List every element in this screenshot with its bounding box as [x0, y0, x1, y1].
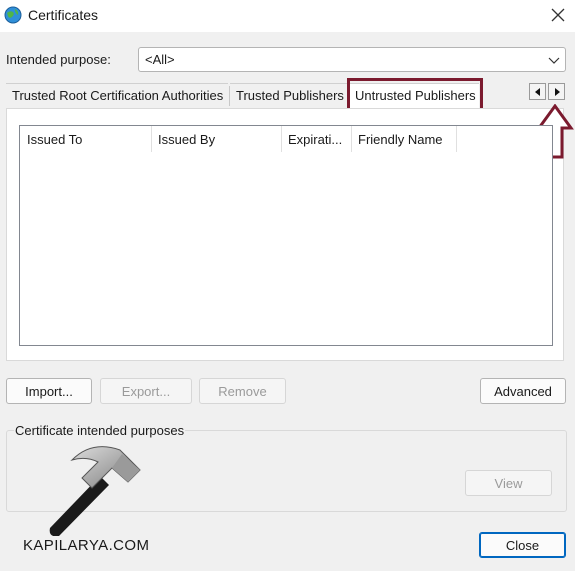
close-button[interactable]: Close — [479, 532, 566, 558]
intended-purpose-label: Intended purpose: — [6, 52, 111, 67]
close-icon — [551, 8, 565, 22]
export-button[interactable]: Export... — [100, 378, 192, 404]
column-header-expiration[interactable]: Expirati... — [281, 126, 351, 152]
certificate-globe-icon — [4, 6, 22, 24]
window-title: Certificates — [28, 7, 99, 23]
column-header-issued-by[interactable]: Issued By — [151, 126, 281, 152]
view-button-label: View — [494, 475, 523, 491]
title-bar: Certificates — [0, 0, 575, 32]
tab-label: Trusted Publishers — [236, 88, 344, 103]
advanced-button-label: Advanced — [494, 383, 552, 399]
import-button[interactable]: Import... — [6, 378, 92, 404]
import-button-label: Import... — [25, 383, 73, 399]
certificate-list[interactable]: Issued To Issued By Expirati... Friendly… — [19, 125, 553, 346]
export-button-label: Export... — [121, 383, 171, 399]
tab-scroll-left-button[interactable] — [529, 83, 546, 100]
column-header-issued-to[interactable]: Issued To — [20, 126, 151, 152]
column-header-label: Issued To — [27, 132, 83, 147]
remove-button[interactable]: Remove — [199, 378, 286, 404]
tab-trusted-publishers[interactable]: Trusted Publishers — [230, 83, 347, 108]
column-header-label: Expirati... — [288, 132, 343, 147]
column-divider[interactable] — [456, 126, 457, 152]
intended-purpose-select[interactable]: <All> — [138, 47, 566, 72]
close-button-label: Close — [505, 537, 540, 553]
advanced-button[interactable]: Advanced — [480, 378, 566, 404]
column-header-label: Friendly Name — [358, 132, 443, 147]
scroll-right-icon — [554, 87, 560, 96]
column-header-friendly-name[interactable]: Friendly Name — [351, 126, 456, 152]
scroll-left-icon — [534, 87, 540, 96]
tab-highlight-annotation — [347, 78, 483, 111]
remove-button-label: Remove — [218, 383, 267, 399]
chevron-down-icon — [548, 57, 560, 64]
tab-label: Trusted Root Certification Authorities — [12, 88, 224, 103]
watermark-text: KAPILARYA.COM — [23, 537, 150, 554]
window-close-button[interactable] — [546, 4, 570, 26]
tab-scroll-right-button[interactable] — [548, 83, 565, 100]
intended-purpose-value: <All> — [145, 52, 175, 67]
view-button[interactable]: View — [465, 470, 552, 496]
certificate-purposes-label: Certificate intended purposes — [14, 423, 186, 438]
column-header-label: Issued By — [158, 132, 216, 147]
tab-trusted-root-ca[interactable]: Trusted Root Certification Authorities — [6, 83, 228, 108]
hammer-logo-icon — [49, 446, 141, 536]
